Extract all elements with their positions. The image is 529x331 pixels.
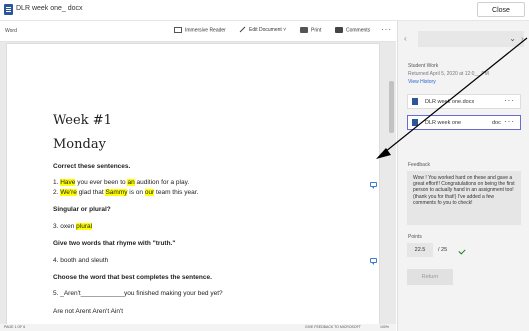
- annotation-arrow-icon: [376, 37, 528, 159]
